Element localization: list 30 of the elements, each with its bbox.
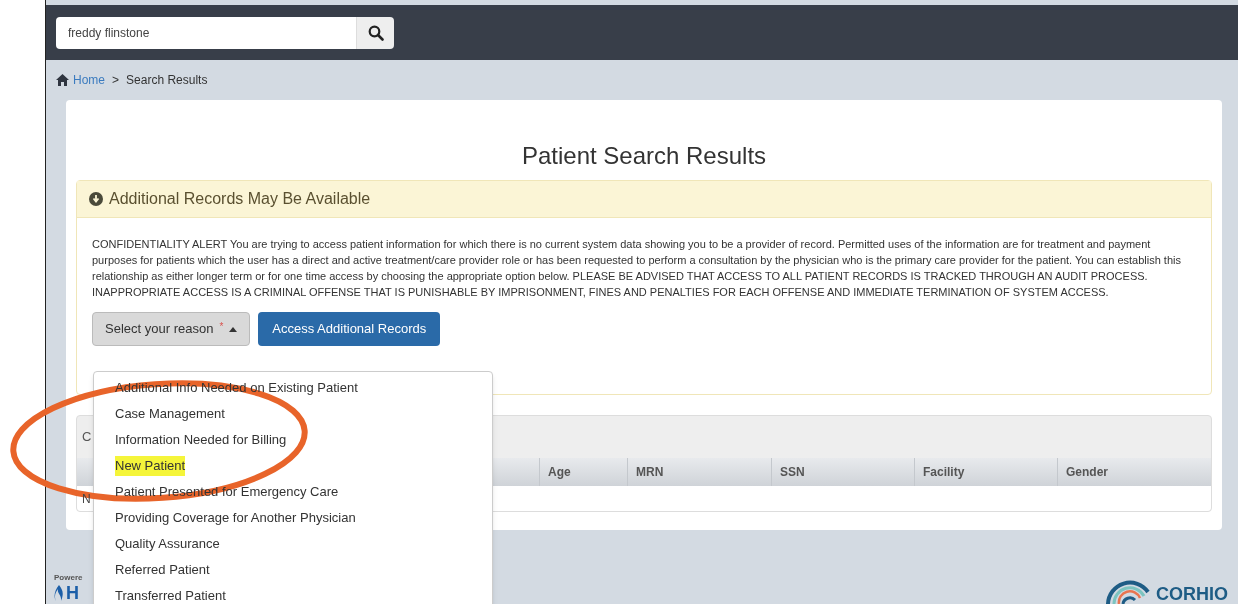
dropdown-option[interactable]: Referred Patient	[115, 560, 210, 580]
results-heading: C	[82, 428, 92, 447]
dropdown-option[interactable]: Providing Coverage for Another Physician	[115, 508, 356, 528]
column-header: SSN	[780, 464, 805, 481]
logo-letter: H	[66, 584, 79, 602]
search-field[interactable]: freddy flinstone	[56, 16, 356, 49]
column-header: Gender	[1066, 464, 1108, 481]
brand-name: CORHIO	[1156, 585, 1228, 604]
column-header: Age	[548, 464, 571, 481]
dropdown-option[interactable]: Case Management	[115, 404, 225, 424]
dropdown-option[interactable]: Quality Assurance	[115, 534, 220, 554]
download-circle-icon	[89, 192, 103, 206]
home-icon	[56, 74, 69, 86]
confidentiality-alert-text: CONFIDENTIALITY ALERT You are trying to access patient information for which there is no current system data showing you to be a provider of record. Permitted uses of the information are for treatment and payment purposes for patients which the user has a direct and active treatment/care provider role or has been requested to perform a consultation by the physician who is the primary care provider for the patient. You can establish this relationship as either longer term or for one time access by choosing the appropriate option below. PLEASE BE ADVISED THAT ACCESS TO ALL PATIENT RECORDS IS TRACKED THROUGH AN AUDIT PROCESS. INAPPROPRIATE ACCESS IS A CRIMINAL OFFENSE THAT IS PUNISHABLE BY IMPRISONMENT, FINES AND PENALTIES FOR EACH OFFENSE AND IMMEDIATE TERMINATION OF SYSTEM ACCESS.	[92, 237, 1182, 300]
dropdown-option[interactable]: Transferred Patient	[115, 586, 226, 604]
search-button[interactable]	[356, 16, 394, 49]
dropdown-option[interactable]: New Patient	[115, 456, 186, 476]
column-header: Facility	[923, 464, 965, 481]
column-header: MRN	[636, 464, 664, 481]
search-icon	[367, 24, 384, 41]
reason-select[interactable]: Select your reason *	[92, 312, 251, 346]
flame-logo-icon	[54, 585, 64, 601]
dropdown-option[interactable]: Information Needed for Billing	[115, 430, 287, 450]
page-title: Patient Search Results	[521, 141, 767, 171]
caret-icon	[229, 326, 238, 332]
access-records-button[interactable]: Access Additional Records	[258, 312, 441, 346]
breadcrumb-separator: >	[111, 72, 121, 89]
powered-by-text: Powere	[54, 572, 83, 584]
alert-heading: Additional Records May Be Available	[109, 189, 371, 209]
breadcrumb-current: Search Results	[126, 72, 208, 89]
